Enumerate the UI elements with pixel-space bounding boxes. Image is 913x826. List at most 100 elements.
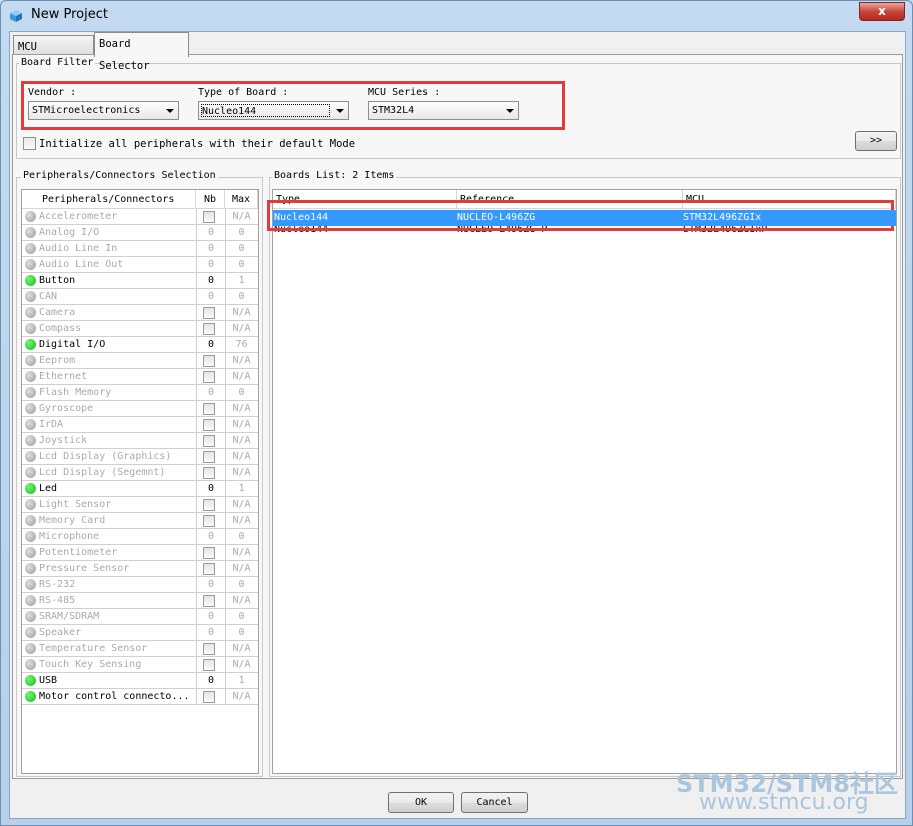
boards-table: Type Reference MCU Nucleo144 NUCLEO-L496Z…: [272, 189, 897, 774]
max-cell: N/A: [225, 513, 257, 529]
vendor-label: Vendor :: [28, 87, 77, 98]
board-type-label: Type of Board :: [198, 87, 289, 98]
board-type-select[interactable]: Nucleo144: [198, 101, 349, 120]
nb-cell[interactable]: 0: [196, 577, 225, 593]
cancel-button[interactable]: Cancel: [461, 792, 528, 813]
board-type-cell: Nucleo144: [274, 212, 329, 223]
max-cell: 1: [225, 481, 257, 497]
peripheral-name: Compass: [39, 323, 82, 334]
max-cell: 0: [225, 609, 257, 625]
peripheral-row[interactable]: USB 0 1: [22, 673, 258, 689]
status-dot-icon: [25, 243, 36, 254]
peripheral-row[interactable]: Motor control connecto... N/A: [22, 689, 258, 705]
nb-cell[interactable]: 0: [196, 481, 225, 497]
close-button[interactable]: x: [859, 2, 905, 21]
peripheral-row[interactable]: Lcd Display (Graphics) N/A: [22, 449, 258, 465]
nb-cell[interactable]: 0: [196, 289, 225, 305]
peripheral-row[interactable]: SRAM/SDRAM 0 0: [22, 609, 258, 625]
max-cell: N/A: [225, 689, 257, 705]
nb-cell[interactable]: 0: [196, 529, 225, 545]
status-dot-icon: [25, 563, 36, 574]
mcu-series-select[interactable]: STM32L4: [368, 101, 519, 120]
ok-button[interactable]: OK: [388, 792, 454, 813]
peripheral-row[interactable]: Gyroscope N/A: [22, 401, 258, 417]
watermark-url: www.stmcu.org: [699, 790, 869, 815]
tab-board-selector[interactable]: Board Selector: [94, 32, 189, 72]
peripheral-row[interactable]: Digital I/O 0 76: [22, 337, 258, 353]
peripheral-row[interactable]: Temperature Sensor N/A: [22, 641, 258, 657]
max-cell: N/A: [225, 401, 257, 417]
vendor-select[interactable]: STMicroelectronics: [28, 101, 179, 120]
peripheral-name: Flash Memory: [39, 387, 112, 398]
board-selector-panel: Board Filter Vendor : STMicroelectronics…: [12, 54, 903, 779]
dialog-client-area: MCU Selector Board Selector Board Filter…: [9, 31, 906, 819]
peripheral-row[interactable]: Speaker 0 0: [22, 625, 258, 641]
boards-list-title: Boards List: 2 Items: [272, 170, 397, 181]
peripheral-row[interactable]: Memory Card N/A: [22, 513, 258, 529]
peripherals-col-header[interactable]: Peripherals/Connectors: [22, 190, 196, 209]
expand-button[interactable]: >>: [855, 131, 897, 151]
init-peripherals-checkbox[interactable]: [23, 137, 36, 150]
peripheral-row[interactable]: Accelerometer N/A: [22, 209, 258, 225]
max-cell: N/A: [225, 641, 257, 657]
status-dot-icon: [25, 259, 36, 270]
nb-cell: [196, 641, 225, 657]
max-cell: N/A: [225, 321, 257, 337]
peripheral-row[interactable]: Joystick N/A: [22, 433, 258, 449]
nb-cell[interactable]: 0: [196, 273, 225, 289]
peripheral-row[interactable]: Compass N/A: [22, 321, 258, 337]
nb-cell[interactable]: 0: [196, 609, 225, 625]
vendor-value: STMicroelectronics: [32, 105, 141, 116]
peripheral-row[interactable]: Pressure Sensor N/A: [22, 561, 258, 577]
peripheral-row[interactable]: Flash Memory 0 0: [22, 385, 258, 401]
nb-col-header[interactable]: Nb: [196, 190, 225, 209]
max-cell: 0: [225, 625, 257, 641]
max-cell: N/A: [225, 561, 257, 577]
nb-cell[interactable]: 0: [196, 385, 225, 401]
peripheral-row[interactable]: Led 0 1: [22, 481, 258, 497]
peripheral-name: USB: [39, 675, 58, 686]
peripheral-row[interactable]: Touch Key Sensing N/A: [22, 657, 258, 673]
peripheral-row[interactable]: Audio Line Out 0 0: [22, 257, 258, 273]
peripheral-row[interactable]: CAN 0 0: [22, 289, 258, 305]
nb-cell[interactable]: 0: [196, 673, 225, 689]
peripheral-row[interactable]: Eeprom N/A: [22, 353, 258, 369]
nb-cell[interactable]: 0: [196, 625, 225, 641]
status-dot-icon: [25, 547, 36, 558]
peripheral-row[interactable]: Microphone 0 0: [22, 529, 258, 545]
max-cell: N/A: [225, 209, 257, 225]
nb-cell: [196, 401, 225, 417]
nb-cell[interactable]: 0: [196, 257, 225, 273]
peripheral-name: Gyroscope: [39, 403, 94, 414]
nb-cell[interactable]: 0: [196, 337, 225, 353]
nb-cell: [196, 449, 225, 465]
peripheral-name: Microphone: [39, 531, 100, 542]
peripheral-row[interactable]: RS-232 0 0: [22, 577, 258, 593]
nb-cell: [196, 417, 225, 433]
status-dot-icon: [25, 227, 36, 238]
peripheral-row[interactable]: Ethernet N/A: [22, 369, 258, 385]
peripheral-row[interactable]: Lcd Display (Segemnt) N/A: [22, 465, 258, 481]
board-row[interactable]: Nucleo144 NUCLEO-L496ZG STM32L496ZGIx: [273, 210, 896, 226]
peripheral-name: Audio Line In: [39, 243, 118, 254]
max-cell: N/A: [225, 433, 257, 449]
nb-cell[interactable]: 0: [196, 225, 225, 241]
max-cell: 0: [225, 529, 257, 545]
peripheral-row[interactable]: RS-485 N/A: [22, 593, 258, 609]
status-dot-icon: [25, 371, 36, 382]
status-dot-icon: [25, 499, 36, 510]
peripheral-row[interactable]: IrDA N/A: [22, 417, 258, 433]
status-dot-icon: [25, 451, 36, 462]
peripheral-row[interactable]: Light Sensor N/A: [22, 497, 258, 513]
peripheral-row[interactable]: Analog I/O 0 0: [22, 225, 258, 241]
max-col-header[interactable]: Max: [225, 190, 258, 209]
status-dot-icon: [25, 467, 36, 478]
peripheral-row[interactable]: Potentiometer N/A: [22, 545, 258, 561]
peripheral-name: Audio Line Out: [39, 259, 124, 270]
nb-cell: [196, 433, 225, 449]
nb-cell[interactable]: 0: [196, 241, 225, 257]
peripheral-row[interactable]: Audio Line In 0 0: [22, 241, 258, 257]
peripheral-row[interactable]: Camera N/A: [22, 305, 258, 321]
peripheral-row[interactable]: Button 0 1: [22, 273, 258, 289]
title-bar[interactable]: New Project x: [1, 1, 912, 31]
